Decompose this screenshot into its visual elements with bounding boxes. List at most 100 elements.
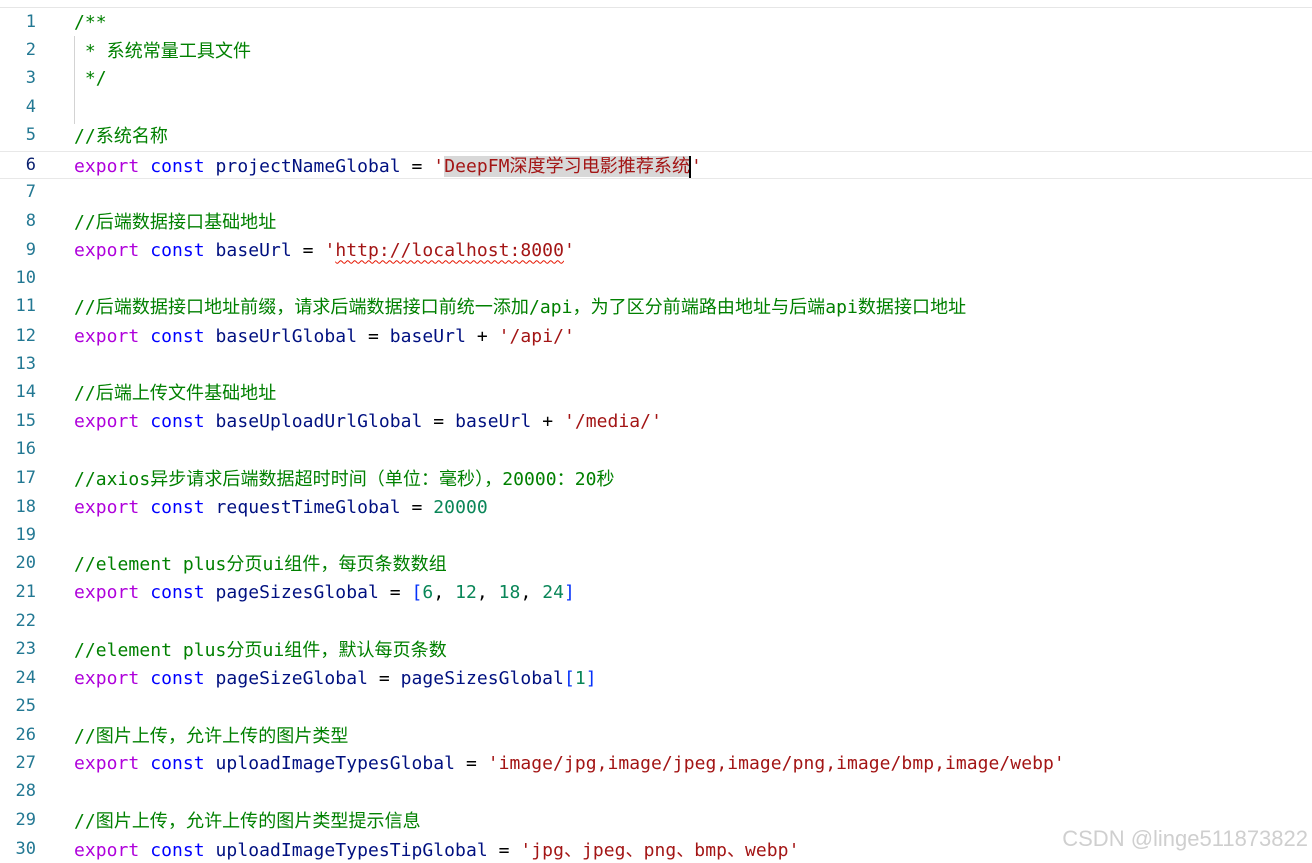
- string: 'image/jpg,image/jpeg,image/png,image/bm…: [487, 752, 1065, 774]
- line-number: 11: [15, 296, 36, 316]
- operator: =: [411, 496, 423, 518]
- string-quote: ': [433, 156, 445, 177]
- code-line[interactable]: 12 export const baseUrlGlobal = baseUrl …: [0, 322, 1312, 350]
- comment: /**: [74, 11, 107, 33]
- identifier: projectNameGlobal: [215, 156, 401, 177]
- line-number: 15: [15, 411, 36, 431]
- comment: //axios异步请求后端数据超时时间（单位：毫秒），20000：20秒: [74, 469, 615, 490]
- code-line[interactable]: 27 export const uploadImageTypesGlobal =…: [0, 749, 1312, 777]
- code-line[interactable]: 13: [0, 350, 1312, 378]
- keyword-export: export: [74, 325, 140, 347]
- code-line[interactable]: 23 //element plus分页ui组件，默认每页条数: [0, 635, 1312, 663]
- line-number: 29: [15, 810, 36, 830]
- code-line[interactable]: 28: [0, 777, 1312, 805]
- identifier: baseUploadUrlGlobal: [215, 410, 423, 432]
- line-number: 1: [25, 12, 36, 32]
- line-number: 10: [15, 268, 36, 288]
- keyword-export: export: [74, 496, 140, 518]
- code-line[interactable]: 22: [0, 607, 1312, 635]
- code-line[interactable]: 18 export const requestTimeGlobal = 2000…: [0, 493, 1312, 521]
- bracket: ]: [564, 581, 575, 603]
- comment: //element plus分页ui组件，每页条数数组: [74, 554, 447, 575]
- line-number: 8: [25, 211, 36, 231]
- code-line[interactable]: 16: [0, 435, 1312, 463]
- code-line[interactable]: 24 export const pageSizeGlobal = pageSiz…: [0, 664, 1312, 692]
- comma: ,: [476, 581, 499, 603]
- identifier: baseUrlGlobal: [215, 325, 358, 347]
- code-line[interactable]: 14 //后端上传文件基础地址: [0, 378, 1312, 406]
- keyword-export: export: [74, 840, 140, 861]
- code-line[interactable]: 5 //系统名称: [0, 121, 1312, 149]
- comma: ,: [520, 581, 543, 603]
- keyword-const: const: [150, 840, 205, 861]
- operator: =: [411, 156, 423, 177]
- string: 'jpg、jpeg、png、bmp、webp': [520, 840, 800, 861]
- keyword-export: export: [74, 410, 140, 432]
- comma: ,: [433, 581, 456, 603]
- code-content: export const pageSizeGlobal = pageSizesG…: [74, 668, 597, 689]
- line-number: 18: [15, 497, 36, 517]
- code-line[interactable]: 8 //后端数据接口基础地址: [0, 207, 1312, 235]
- code-content: export const baseUploadUrlGlobal = baseU…: [74, 411, 662, 432]
- code-line[interactable]: 7: [0, 178, 1312, 206]
- line-number: 28: [15, 781, 36, 801]
- code-line[interactable]: 17 //axios异步请求后端数据超时时间（单位：毫秒），20000：20秒: [0, 464, 1312, 492]
- identifier: uploadImageTypesGlobal: [215, 752, 456, 774]
- code-line[interactable]: 11 //后端数据接口地址前缀，请求后端数据接口前统一添加/api，为了区分前端…: [0, 292, 1312, 320]
- operator: =: [378, 667, 390, 689]
- line-number: 9: [25, 240, 36, 260]
- bracket: [: [563, 667, 575, 689]
- line-number: 27: [15, 753, 36, 773]
- identifier: uploadImageTypesTipGlobal: [215, 840, 488, 861]
- code-line[interactable]: 10: [0, 264, 1312, 292]
- keyword-export: export: [74, 752, 140, 774]
- line-number: 24: [15, 668, 36, 688]
- code-content: export const pageSizesGlobal = [6, 12, 1…: [74, 582, 575, 603]
- code-line[interactable]: 4: [0, 93, 1312, 121]
- line-number: 2: [25, 40, 36, 60]
- code-line-current[interactable]: 6 export const projectNameGlobal = 'Deep…: [0, 151, 1312, 179]
- number: 18: [498, 581, 521, 603]
- code-editor[interactable]: 1 /** 2 * 系统常量工具文件 3 */ 4 5 //系统名称 6 exp…: [0, 0, 1312, 862]
- line-number: 12: [15, 326, 36, 346]
- comment: //图片上传，允许上传的图片类型: [74, 726, 349, 747]
- string: '/media/': [563, 410, 662, 432]
- identifier-ref: baseUrl: [455, 410, 532, 432]
- string-quote: ': [324, 239, 336, 261]
- code-line[interactable]: 2 * 系统常量工具文件: [0, 36, 1312, 64]
- code-line[interactable]: 21 export const pageSizesGlobal = [6, 12…: [0, 578, 1312, 606]
- code-line[interactable]: 26 //图片上传，允许上传的图片类型: [0, 721, 1312, 749]
- code-content: export const baseUrl = 'http://localhost…: [74, 240, 575, 261]
- code-line[interactable]: 1 /**: [0, 8, 1312, 36]
- identifier: pageSizesGlobal: [215, 581, 379, 603]
- string-quote: ': [691, 156, 702, 177]
- code-line[interactable]: 9 export const baseUrl = 'http://localho…: [0, 236, 1312, 264]
- line-number: 22: [15, 611, 36, 631]
- line-number: 21: [15, 582, 36, 602]
- keyword-const: const: [150, 325, 205, 347]
- operator: +: [476, 325, 488, 347]
- bracket: [: [411, 581, 423, 603]
- comment: * 系统常量工具文件: [74, 41, 252, 62]
- identifier-ref: pageSizesGlobal: [400, 667, 564, 689]
- number: 20000: [433, 496, 488, 518]
- line-number: 25: [15, 696, 36, 716]
- selected-string[interactable]: DeepFM深度学习电影推荐系统: [444, 156, 691, 177]
- code-line[interactable]: 3 */: [0, 64, 1312, 92]
- operator: =: [302, 239, 314, 261]
- bracket: ]: [585, 667, 597, 689]
- code-content: export const uploadImageTypesTipGlobal =…: [74, 836, 799, 862]
- keyword-export: export: [74, 239, 140, 261]
- code-line[interactable]: 25: [0, 692, 1312, 720]
- code-line[interactable]: 15 export const baseUploadUrlGlobal = ba…: [0, 407, 1312, 435]
- line-number: 17: [15, 468, 36, 488]
- url-string[interactable]: http://localhost:8000: [335, 240, 564, 261]
- line-number: 19: [15, 525, 36, 545]
- code-line[interactable]: 20 //element plus分页ui组件，每页条数数组: [0, 549, 1312, 577]
- code-content: export const uploadImageTypesGlobal = 'i…: [74, 753, 1065, 774]
- operator: =: [498, 840, 510, 861]
- line-number: 5: [25, 125, 36, 145]
- keyword-const: const: [150, 667, 205, 689]
- code-line[interactable]: 19: [0, 521, 1312, 549]
- comment: //后端数据接口地址前缀，请求后端数据接口前统一添加/api，为了区分前端路由地…: [74, 297, 967, 318]
